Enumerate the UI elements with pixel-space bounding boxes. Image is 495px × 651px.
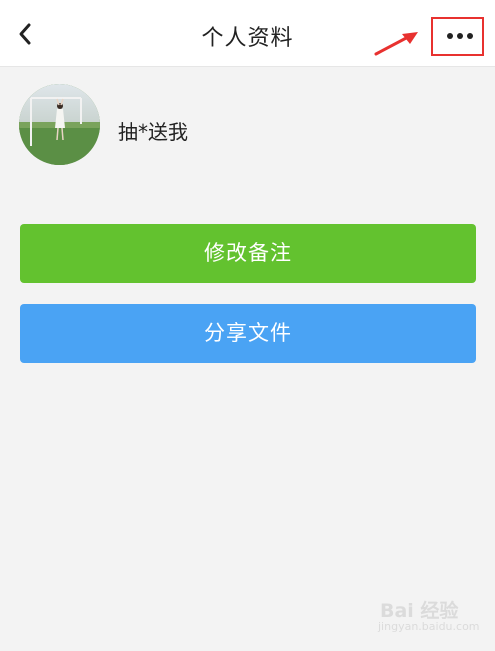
- share-file-button[interactable]: 分享文件: [20, 304, 476, 363]
- profile-page: 个人资料 抽*送我 修改备注 分享文件 Bai 经验 jingyan.baidu…: [0, 0, 495, 651]
- username: 抽*送我: [118, 120, 188, 144]
- annotation-arrow-icon: [374, 32, 418, 56]
- avatar[interactable]: [19, 84, 100, 165]
- baidu-jingyan-watermark: Bai 经验 jingyan.baidu.com: [374, 596, 492, 636]
- edit-remark-button[interactable]: 修改备注: [20, 224, 476, 283]
- watermark-logo-text: Bai 经验: [380, 600, 459, 622]
- annotation-highlight-box: [431, 17, 484, 56]
- avatar-image: [19, 84, 100, 165]
- watermark-url: jingyan.baidu.com: [378, 620, 480, 633]
